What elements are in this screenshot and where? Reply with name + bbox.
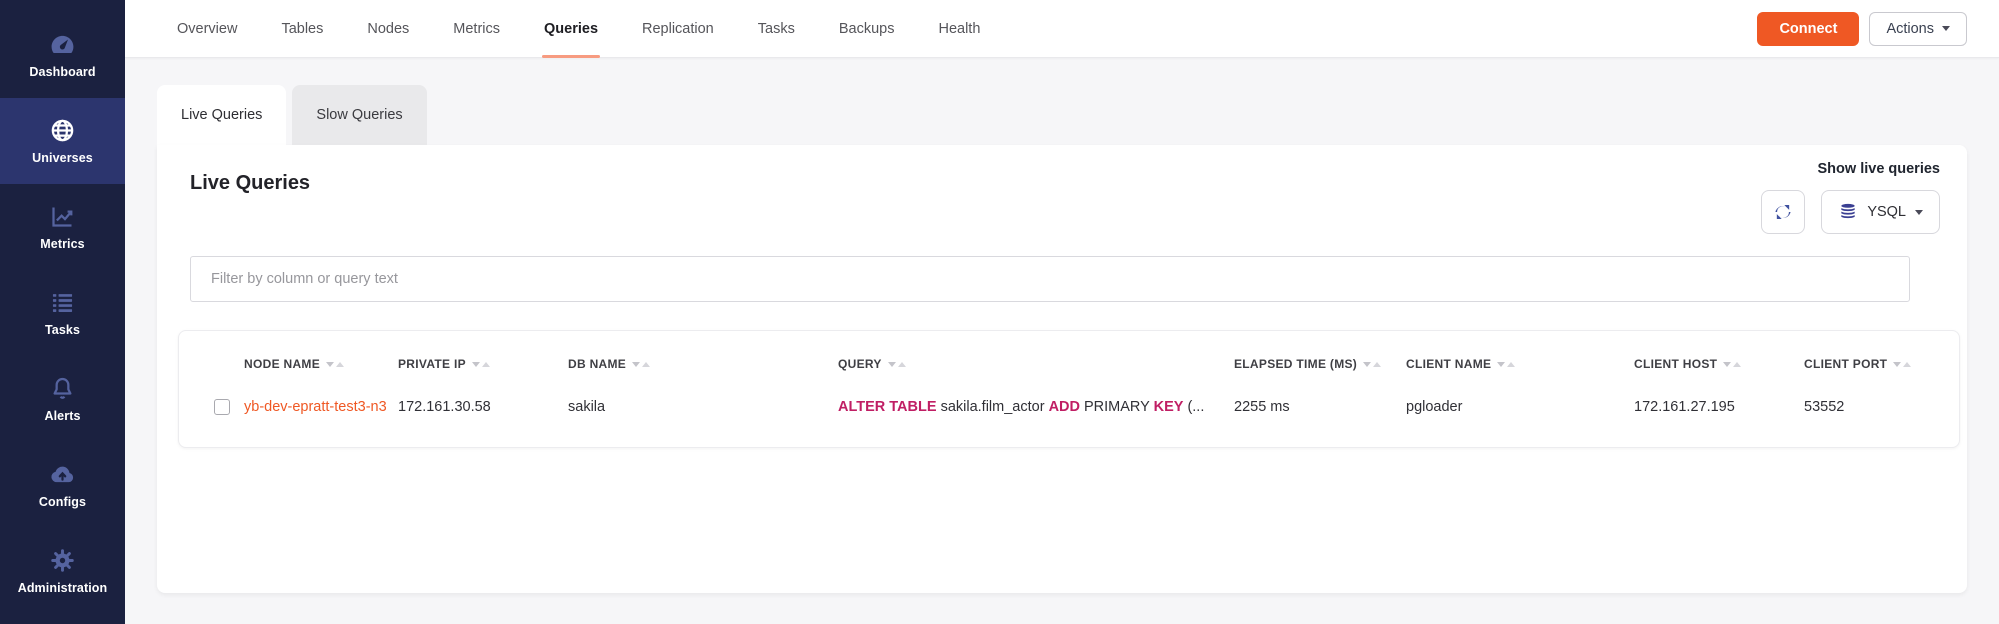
tab-live-queries[interactable]: Live Queries bbox=[157, 85, 286, 145]
column-header-elapsed-time-ms[interactable]: ELAPSED TIME (MS) bbox=[1234, 357, 1406, 371]
column-header-label: ELAPSED TIME (MS) bbox=[1234, 357, 1357, 371]
sidebar-item-dashboard[interactable]: Dashboard bbox=[0, 12, 125, 98]
table-header-row: NODE NAME PRIVATE IP DB NAME QUERY ELAPSED T… bbox=[179, 331, 1959, 377]
table-row[interactable]: yb-dev-epratt-test3-n3 172.161.30.58 sak… bbox=[179, 377, 1959, 441]
nav-tab-health[interactable]: Health bbox=[916, 0, 1002, 58]
sort-icon[interactable] bbox=[472, 362, 490, 367]
row-checkbox[interactable] bbox=[214, 399, 230, 415]
sort-icon[interactable] bbox=[1363, 362, 1381, 367]
sort-icon[interactable] bbox=[1497, 362, 1515, 367]
show-live-queries-label: Show live queries bbox=[1761, 161, 1940, 177]
column-header-client-host[interactable]: CLIENT HOST bbox=[1634, 357, 1804, 371]
live-queries-controls: Show live queries bbox=[1761, 161, 1940, 234]
sort-icon[interactable] bbox=[326, 362, 344, 367]
nav-tab-nodes[interactable]: Nodes bbox=[345, 0, 431, 58]
sidebar-item-label: Tasks bbox=[45, 323, 80, 337]
header-checkbox-spacer bbox=[214, 357, 244, 371]
sidebar-item-label: Administration bbox=[18, 581, 108, 595]
sidebar-item-label: Configs bbox=[39, 495, 86, 509]
topbar-buttons: Connect Actions bbox=[1757, 12, 1967, 46]
private-ip-value: 172.161.30.58 bbox=[398, 399, 568, 415]
client-name-value: pgloader bbox=[1406, 399, 1634, 415]
gear-icon bbox=[49, 547, 76, 574]
api-type-dropdown[interactable]: YSQL bbox=[1821, 190, 1940, 234]
bell-icon bbox=[49, 375, 76, 402]
refresh-icon bbox=[1773, 202, 1793, 222]
sort-icon[interactable] bbox=[1893, 362, 1911, 367]
column-header-node-name[interactable]: NODE NAME bbox=[244, 357, 398, 371]
client-host-value: 172.161.27.195 bbox=[1634, 399, 1804, 415]
nav-tab-tasks[interactable]: Tasks bbox=[736, 0, 817, 58]
sidebar-item-configs[interactable]: Configs bbox=[0, 442, 125, 528]
column-header-label: PRIVATE IP bbox=[398, 357, 466, 371]
cloud-upload-icon bbox=[49, 461, 76, 488]
column-header-label: QUERY bbox=[838, 357, 882, 371]
sidebar-item-universes[interactable]: Universes bbox=[0, 98, 125, 184]
sidebar-item-tasks[interactable]: Tasks bbox=[0, 270, 125, 356]
column-header-query[interactable]: QUERY bbox=[838, 357, 1234, 371]
sort-icon[interactable] bbox=[888, 362, 906, 367]
nav-tab-metrics[interactable]: Metrics bbox=[431, 0, 522, 58]
api-type-value: YSQL bbox=[1867, 204, 1906, 220]
actions-label: Actions bbox=[1886, 21, 1934, 37]
nav-tab-replication[interactable]: Replication bbox=[620, 0, 736, 58]
connect-button[interactable]: Connect bbox=[1757, 12, 1859, 46]
chart-line-icon bbox=[49, 203, 76, 230]
column-header-label: CLIENT NAME bbox=[1406, 357, 1491, 371]
nav-tab-overview[interactable]: Overview bbox=[155, 0, 259, 58]
column-header-label: NODE NAME bbox=[244, 357, 320, 371]
sidebar-item-metrics[interactable]: Metrics bbox=[0, 184, 125, 270]
live-queries-card: Live Queries Show live queries bbox=[157, 145, 1967, 593]
actions-dropdown-button[interactable]: Actions bbox=[1869, 12, 1967, 46]
sidebar-item-label: Alerts bbox=[44, 409, 80, 423]
refresh-button[interactable] bbox=[1761, 190, 1805, 234]
nav-tab-queries[interactable]: Queries bbox=[522, 0, 620, 58]
query-text: ALTER TABLE sakila.film_actor ADD PRIMAR… bbox=[838, 399, 1234, 415]
universe-topbar: OverviewTablesNodesMetricsQueriesReplica… bbox=[125, 0, 1999, 58]
dashboard-gauge-icon bbox=[49, 31, 76, 58]
nav-tab-tables[interactable]: Tables bbox=[259, 0, 345, 58]
column-header-label: CLIENT HOST bbox=[1634, 357, 1717, 371]
sort-icon[interactable] bbox=[632, 362, 650, 367]
chevron-down-icon bbox=[1915, 210, 1923, 215]
sidebar-item-alerts[interactable]: Alerts bbox=[0, 356, 125, 442]
database-icon bbox=[1838, 202, 1858, 222]
sidebar-item-administration[interactable]: Administration bbox=[0, 528, 125, 614]
main-content: Live Queries Slow Queries Live Queries S… bbox=[125, 58, 1999, 624]
client-port-value: 53552 bbox=[1804, 399, 1959, 415]
sidebar-item-label: Dashboard bbox=[29, 65, 95, 79]
column-header-client-name[interactable]: CLIENT NAME bbox=[1406, 357, 1634, 371]
globe-icon bbox=[49, 117, 76, 144]
chevron-down-icon bbox=[1942, 26, 1950, 31]
sort-icon[interactable] bbox=[1723, 362, 1741, 367]
db-name-value: sakila bbox=[568, 399, 838, 415]
live-queries-table: NODE NAME PRIVATE IP DB NAME QUERY ELAPSED T… bbox=[178, 330, 1960, 448]
column-header-private-ip[interactable]: PRIVATE IP bbox=[398, 357, 568, 371]
column-header-client-port[interactable]: CLIENT PORT bbox=[1804, 357, 1959, 371]
elapsed-time-value: 2255 ms bbox=[1234, 399, 1406, 415]
sidebar-item-label: Universes bbox=[32, 151, 93, 165]
query-filter-input[interactable] bbox=[190, 256, 1910, 302]
tab-slow-queries[interactable]: Slow Queries bbox=[292, 85, 426, 145]
node-name-link[interactable]: yb-dev-epratt-test3-n3 bbox=[244, 399, 387, 415]
page-title: Live Queries bbox=[190, 172, 1940, 195]
sidebar-item-label: Metrics bbox=[40, 237, 84, 251]
universe-nav: OverviewTablesNodesMetricsQueriesReplica… bbox=[155, 0, 1002, 58]
task-list-icon bbox=[49, 289, 76, 316]
sidebar: Dashboard Universes Metrics Tasks Alerts Conf… bbox=[0, 0, 125, 624]
nav-tab-backups[interactable]: Backups bbox=[817, 0, 917, 58]
column-header-label: DB NAME bbox=[568, 357, 626, 371]
queries-tabs: Live Queries Slow Queries bbox=[157, 85, 1967, 145]
column-header-label: CLIENT PORT bbox=[1804, 357, 1887, 371]
column-header-db-name[interactable]: DB NAME bbox=[568, 357, 838, 371]
